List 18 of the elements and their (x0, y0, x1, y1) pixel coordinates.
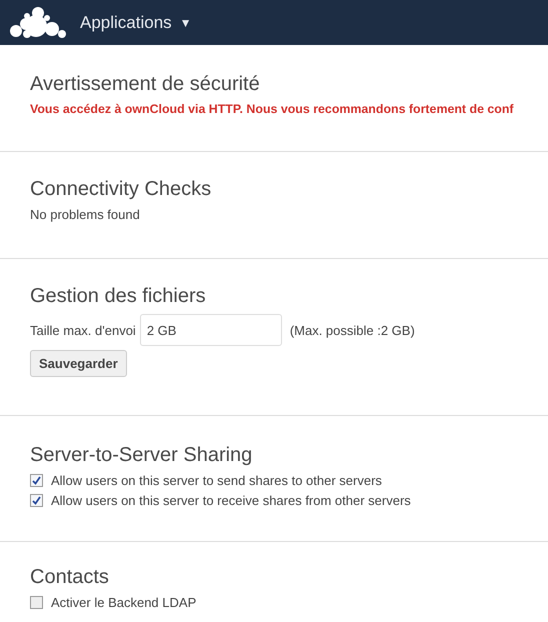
checkbox[interactable] (30, 596, 43, 609)
field-hint: (Max. possible :2 GB) (290, 322, 415, 338)
security-warning: Vous accédez à ownCloud via HTTP. Nous vous recommandons fortement de conf (30, 102, 515, 116)
section-title: Contacts (30, 566, 110, 589)
checkbox-label: Allow users on this server to send shares to other servers (51, 473, 382, 488)
section-title: Avertissement de sécurité (30, 73, 261, 96)
checkbox-label: Allow users on this server to receive shares from other servers (51, 493, 411, 508)
field-label: Taille max. d'envoi (30, 322, 136, 338)
upload-size-field[interactable]: 2 GB (140, 314, 282, 346)
section-title: Gestion des fichiers (30, 285, 207, 308)
checkbox[interactable] (30, 494, 43, 507)
section-title: Server-to-Server Sharing (30, 444, 254, 467)
save-button[interactable]: Sauvegarder (30, 350, 127, 377)
status-text: No problems found (30, 207, 141, 222)
applications-menu[interactable]: Applications ▼ (80, 12, 192, 32)
checkbox[interactable] (30, 474, 43, 487)
section-title: Connectivity Checks (30, 178, 212, 201)
checkbox-label: Activer le Backend LDAP (51, 595, 196, 610)
